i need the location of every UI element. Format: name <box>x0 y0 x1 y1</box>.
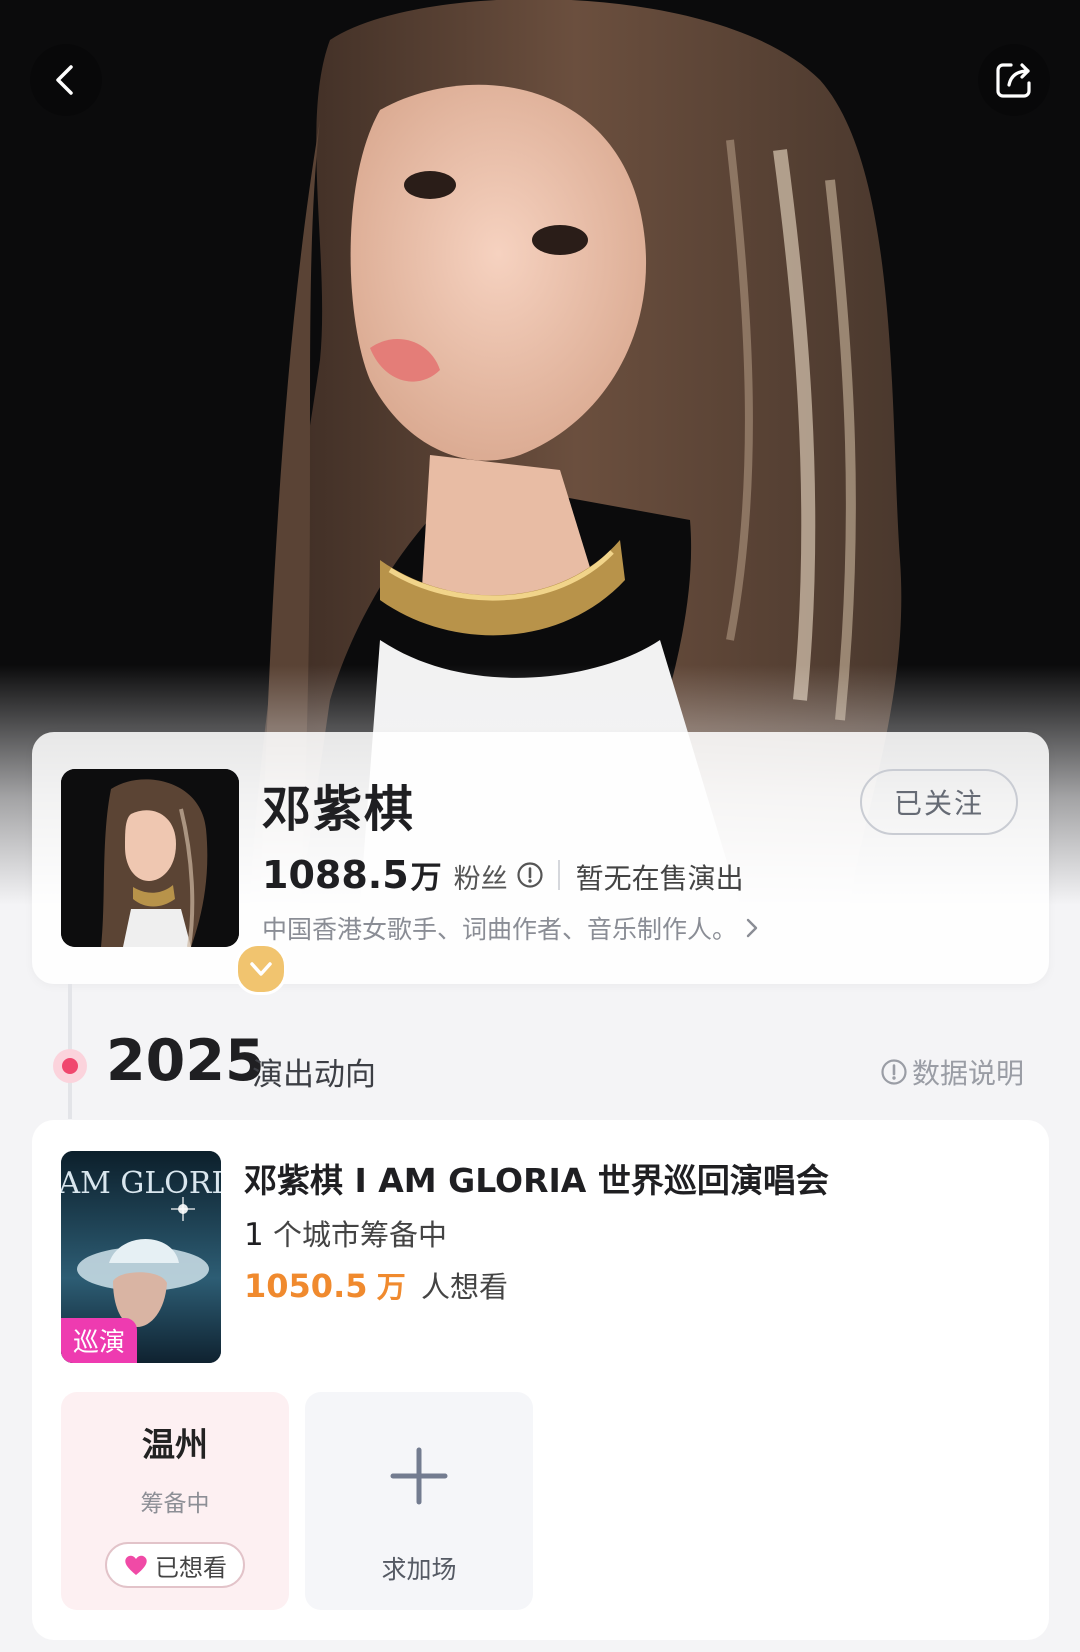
artist-bio-link[interactable]: 中国香港女歌手、词曲作者、音乐制作人。 <box>262 910 763 946</box>
artist-stats-row: 1088.5 万 粉丝 暂无在售演出 <box>262 852 744 897</box>
avatar[interactable] <box>61 769 239 947</box>
add-show-label: 求加场 <box>381 1555 457 1584</box>
artist-avatar-wrap[interactable] <box>61 769 287 995</box>
fans-count: 1088.5 <box>262 853 409 897</box>
city-tile-wenzhou[interactable]: 温州 筹备中 已想看 <box>61 1392 289 1610</box>
timeline-dot-inner <box>62 1058 78 1074</box>
artist-profile-card: 邓紫棋 已关注 1088.5 万 粉丝 暂无在售演出 中国香港女歌手、词曲作者、… <box>32 732 1049 995</box>
avatar-image <box>61 769 239 947</box>
data-note-link[interactable]: 数据说明 <box>880 1052 1024 1092</box>
info-icon <box>881 1059 907 1085</box>
want-count: 1050.5 <box>244 1267 368 1305</box>
section-title: 演出动向 <box>252 1057 376 1093</box>
tour-want-line: 1050.5 万 人想看 <box>244 1264 508 1306</box>
want-unit: 万 <box>376 1270 406 1304</box>
tour-title[interactable]: 邓紫棋 I AM GLORIA 世界巡回演唱会 <box>244 1154 829 1202</box>
artist-name: 邓紫棋 <box>262 781 416 838</box>
verified-badge <box>235 943 287 995</box>
cities-text: 个城市筹备中 <box>272 1218 447 1252</box>
heart-icon <box>123 1553 149 1577</box>
stats-divider <box>557 859 560 890</box>
artist-bio: 中国香港女歌手、词曲作者、音乐制作人。 <box>262 915 738 944</box>
add-show-button[interactable]: 求加场 <box>305 1392 533 1610</box>
chevron-right-icon <box>746 918 758 938</box>
share-icon <box>996 63 1031 98</box>
tour-card[interactable]: I AM GLORIA 巡演 邓紫棋 I AM GLORIA 世界巡回演唱会 1… <box>32 1120 1049 1640</box>
city-status: 筹备中 <box>140 1491 210 1517</box>
wanted-label: 已想看 <box>155 1553 227 1582</box>
no-show-status: 暂无在售演出 <box>575 862 744 895</box>
fans-label: 粉丝 <box>453 864 508 895</box>
fans-unit: 万 <box>410 860 442 896</box>
timeline-dot <box>53 1049 87 1083</box>
back-icon <box>56 65 73 95</box>
plus-icon <box>390 1447 448 1505</box>
wanted-button[interactable]: 已想看 <box>105 1542 245 1588</box>
tour-poster[interactable]: I AM GLORIA 巡演 <box>61 1151 221 1363</box>
tour-cities-line: 1 个城市筹备中 <box>244 1212 447 1254</box>
poster-title-text: I AM GLORIA <box>61 1166 221 1201</box>
fans-info-icon[interactable] <box>516 861 544 889</box>
back-button[interactable] <box>30 44 102 116</box>
city-name: 温州 <box>142 1425 208 1464</box>
tour-tag: 巡演 <box>61 1318 138 1363</box>
info-icon <box>517 861 543 888</box>
share-button[interactable] <box>978 44 1050 116</box>
data-note-label: 数据说明 <box>911 1057 1024 1090</box>
follow-button[interactable]: 已关注 <box>860 769 1018 835</box>
want-text: 人想看 <box>420 1270 508 1304</box>
verified-icon <box>250 962 272 976</box>
timeline-year: 2025 <box>106 1028 265 1094</box>
cities-count: 1 <box>244 1217 264 1253</box>
